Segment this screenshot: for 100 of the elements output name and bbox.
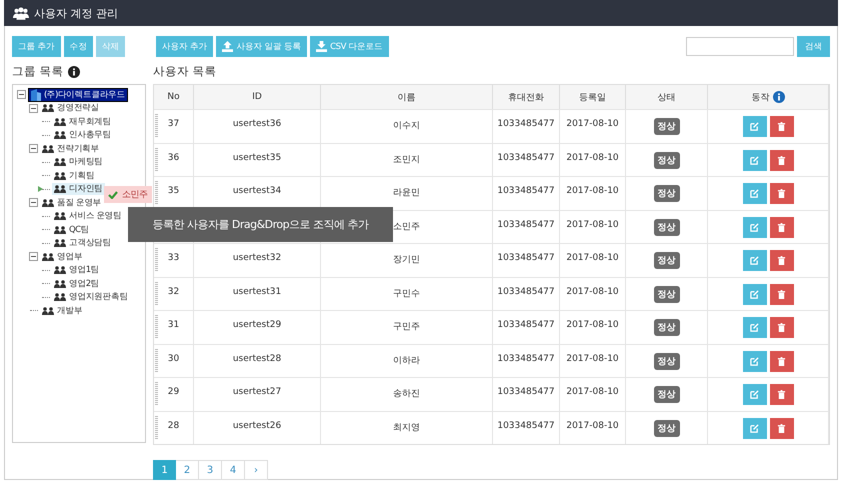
tree-item[interactable]: 전략기획부 (40, 142, 102, 155)
collapse-icon[interactable] (17, 90, 26, 100)
search-field[interactable] (686, 37, 794, 56)
table-cell: 30 (168, 354, 180, 364)
delete-button[interactable] (770, 317, 794, 338)
table-cell-text: 조민지 (393, 154, 420, 166)
delete-button[interactable] (770, 284, 794, 304)
trash-icon (777, 156, 786, 164)
table-cell: 31 (168, 320, 180, 330)
table-cell-text: 이하라 (393, 354, 420, 366)
delete-button[interactable] (770, 350, 794, 372)
edit-button[interactable] (742, 350, 766, 372)
tree-item[interactable]: 고객상담팀 (52, 237, 114, 250)
edit-icon (750, 290, 759, 298)
users-icon (54, 239, 66, 248)
edit-button[interactable] (742, 183, 766, 204)
delete-button[interactable] (770, 150, 794, 170)
status-badge: 정상 (654, 420, 680, 436)
drag-handle-icon[interactable] (155, 148, 158, 172)
delete-button[interactable] (770, 116, 794, 137)
table-cell: 29 (168, 387, 180, 397)
tooltip: 등록한 사용자를 Drag&Drop으로 조직에 추가 (128, 207, 393, 242)
drag-handle-icon[interactable] (155, 416, 158, 440)
users-icon (54, 293, 66, 302)
edit-icon (750, 122, 759, 131)
edit-button[interactable] (742, 216, 766, 238)
delete-button[interactable] (770, 183, 794, 204)
trash-icon (777, 390, 786, 399)
tree-item[interactable]: 디자인팀 (52, 183, 105, 196)
tree-item[interactable]: 품질 운영부 (40, 196, 104, 209)
tree-item[interactable]: (주)다이렉트클라우드 (28, 88, 128, 102)
drag-handle-icon[interactable] (155, 248, 158, 272)
tree-item[interactable]: 개발부 (40, 304, 84, 317)
edit-button[interactable] (742, 150, 766, 170)
table-cell: usertest27 (232, 387, 282, 397)
drag-handle-icon[interactable] (155, 282, 158, 306)
collapse-icon[interactable] (29, 104, 38, 113)
info-icon (68, 66, 80, 78)
delete-button[interactable] (770, 216, 794, 238)
next-page-button[interactable]: › (245, 460, 268, 480)
table-cell: 1033485477 (497, 253, 555, 263)
users-icon (54, 212, 66, 220)
tree-item[interactable]: 기획팀 (52, 170, 96, 182)
table-cell: usertest26 (232, 420, 282, 430)
drag-handle-icon[interactable] (155, 382, 158, 406)
drop-arrow-icon (38, 186, 43, 192)
users-icon (13, 6, 29, 20)
delete-button[interactable] (770, 384, 794, 405)
tree-item[interactable]: 영업부 (40, 250, 84, 263)
tree-item[interactable]: 경영전략실 (40, 102, 102, 114)
table-cell: usertest35 (232, 152, 282, 162)
check-icon (108, 190, 118, 198)
table-cell: 37 (168, 119, 180, 129)
drag-handle-icon[interactable] (155, 348, 158, 372)
drag-handle-icon[interactable] (155, 114, 158, 138)
table-cell: usertest29 (232, 320, 282, 330)
table-cell: usertest31 (232, 286, 282, 296)
tree-item[interactable]: 인사총무팀 (52, 129, 114, 142)
table-cell-text: 송하진 (393, 388, 420, 400)
tree-item[interactable]: 영업1팀 (52, 264, 102, 276)
tree-item[interactable]: 서비스 운영팀 (52, 210, 124, 222)
delete-button[interactable] (770, 250, 794, 271)
users-icon (54, 131, 66, 140)
edit-button[interactable] (742, 384, 766, 405)
tree-item[interactable]: 영업2팀 (52, 278, 102, 290)
delete-button[interactable] (770, 418, 794, 438)
collapse-icon[interactable] (29, 198, 38, 208)
edit-icon (750, 356, 759, 366)
download-icon (316, 41, 328, 52)
collapse-icon[interactable] (29, 252, 38, 262)
tree-item[interactable]: 재무회계팀 (52, 116, 114, 128)
edit-button[interactable] (742, 250, 766, 271)
drag-label: 소민주 (122, 189, 148, 201)
tree-item[interactable]: QC팀 (52, 224, 91, 236)
edit-button[interactable] (742, 284, 766, 304)
users-icon (42, 306, 54, 315)
page-button[interactable]: 2 (176, 460, 199, 480)
table-cell: usertest36 (232, 119, 282, 129)
trash-icon (777, 222, 786, 232)
table-cell: 2017-08-10 (566, 354, 619, 364)
drag-handle-icon[interactable] (155, 315, 158, 339)
edit-button[interactable] (742, 418, 766, 438)
table-cell: 1033485477 (497, 387, 555, 397)
users-icon (42, 198, 54, 207)
edit-button[interactable] (742, 317, 766, 338)
edit-button[interactable] (742, 116, 766, 137)
edit-icon (750, 256, 759, 265)
upload-icon (222, 41, 234, 52)
table-cell: 1033485477 (497, 152, 555, 162)
tree-item[interactable]: 영업지원판촉팀 (52, 291, 130, 304)
table-cell: 2017-08-10 (566, 119, 619, 129)
collapse-icon[interactable] (29, 144, 38, 154)
drag-handle-icon[interactable] (155, 181, 158, 205)
status-badge: 정상 (654, 352, 680, 370)
table-cell: 1033485477 (497, 286, 555, 296)
page-button[interactable]: 4 (222, 460, 245, 480)
status-badge: 정상 (654, 152, 680, 168)
column-header: ID (194, 85, 321, 109)
tree-item[interactable]: 마케팅팀 (52, 156, 105, 168)
page-button[interactable]: 3 (199, 460, 222, 480)
